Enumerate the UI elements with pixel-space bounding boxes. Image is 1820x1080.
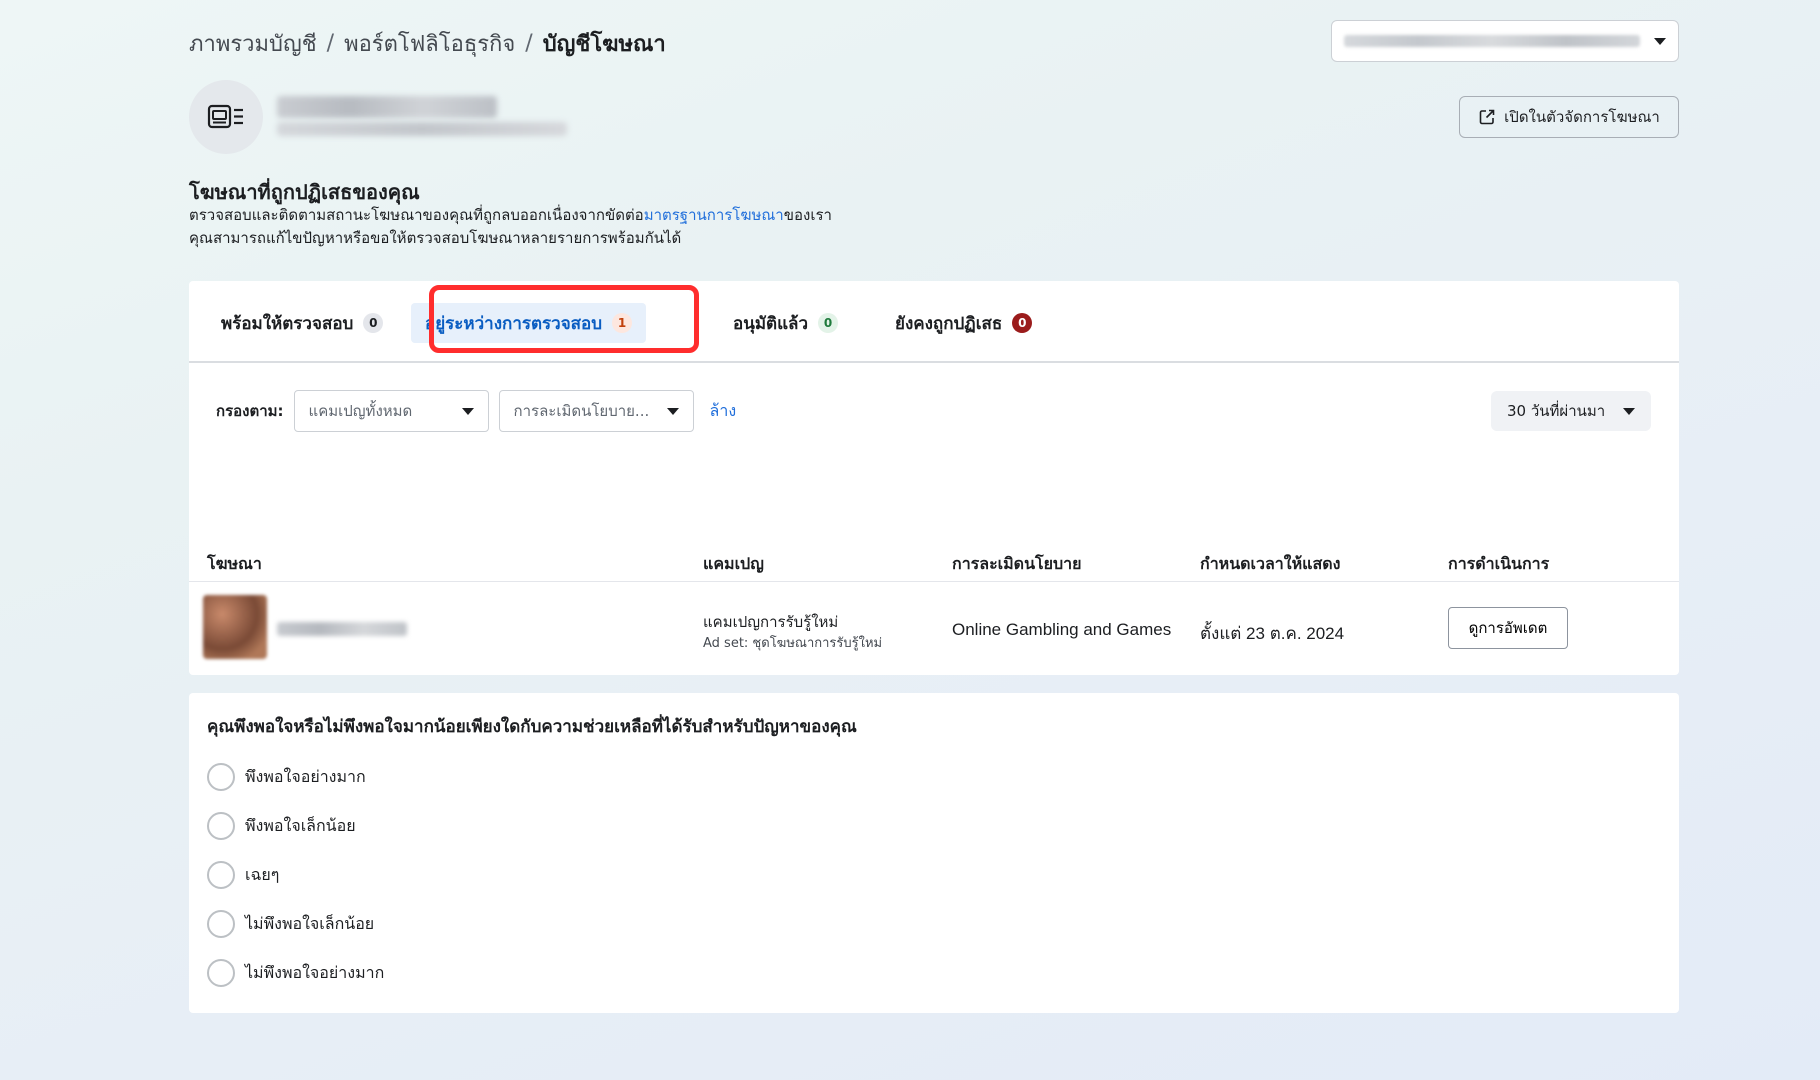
radio-button[interactable] <box>207 959 235 987</box>
count-badge: 0 <box>1012 313 1033 333</box>
breadcrumb-item-ad-account: บัญชีโฆษณา <box>542 32 666 57</box>
survey-option-label: ไม่พึงพอใจเล็กน้อย <box>245 913 375 933</box>
survey-option-neutral[interactable]: เฉยๆ <box>207 861 279 889</box>
open-in-ads-manager-button[interactable]: เปิดในตัวจัดการโฆษณา <box>1459 96 1679 138</box>
tab-ready-for-review[interactable]: พร้อมให้ตรวจสอบ 0 <box>207 303 397 343</box>
account-name-redacted <box>1344 35 1640 47</box>
breadcrumb-separator: / <box>525 31 533 56</box>
external-link-icon <box>1479 109 1495 125</box>
survey-option-very-satisfied[interactable]: พึงพอใจอย่างมาก <box>207 763 366 791</box>
survey-option-somewhat-dissatisfied[interactable]: ไม่พึงพอใจเล็กน้อย <box>207 910 374 938</box>
section-desc-text: ของเรา <box>783 206 832 224</box>
ad-account-name-redacted <box>277 96 567 136</box>
column-header-violation: การละเมิดนโยบาย <box>952 554 1082 573</box>
section-desc-text: ตรวจสอบและติดตามสถานะโฆษณาของคุณที่ถูกลบ… <box>189 206 644 224</box>
satisfaction-survey: คุณพึงพอใจหรือไม่พึงพอใจมากน้อยเพียงใดกั… <box>189 693 1679 1013</box>
chevron-down-icon <box>461 407 474 415</box>
tab-label: พร้อมให้ตรวจสอบ <box>221 313 354 334</box>
filter-bar: กรองตาม: แคมเปญทั้งหมด การละเมิดนโยบาย..… <box>216 390 736 432</box>
radio-button[interactable] <box>207 910 235 938</box>
campaign-filter-dropdown[interactable]: แคมเปญทั้งหมด <box>293 390 489 432</box>
radio-button[interactable] <box>207 763 235 791</box>
survey-question: คุณพึงพอใจหรือไม่พึงพอใจมากน้อยเพียงใดกั… <box>207 717 857 737</box>
ad-thumbnail[interactable] <box>203 595 267 659</box>
tab-still-rejected[interactable]: ยังคงถูกปฏิเสธ 0 <box>881 303 1046 343</box>
campaign-filter-value: แคมเปญทั้งหมด <box>308 402 413 420</box>
radio-button[interactable] <box>207 861 235 889</box>
open-in-ads-manager-label: เปิดในตัวจัดการโฆษณา <box>1504 109 1660 126</box>
breadcrumb-item-overview[interactable]: ภาพรวมบัญชี <box>189 26 317 61</box>
survey-option-label: เฉยๆ <box>245 864 280 884</box>
radio-button[interactable] <box>207 812 235 840</box>
count-badge: 0 <box>818 313 838 333</box>
column-header-ad: โฆษณา <box>207 554 262 573</box>
chevron-down-icon <box>1654 37 1666 45</box>
tab-label: อนุมัติแล้ว <box>733 313 808 334</box>
policy-violation: Online Gambling and Games <box>952 620 1172 639</box>
date-range-value: 30 วันที่ผ่านมา <box>1507 402 1606 420</box>
survey-option-label: พึงพอใจเล็กน้อย <box>245 815 356 835</box>
column-header-action: การดำเนินการ <box>1448 554 1550 573</box>
advertising-standards-link[interactable]: มาตรฐานการโฆษณา <box>644 206 784 224</box>
survey-option-label: พึงพอใจอย่างมาก <box>245 766 366 786</box>
filter-label: กรองตาม: <box>216 402 284 420</box>
survey-option-somewhat-satisfied[interactable]: พึงพอใจเล็กน้อย <box>207 812 356 840</box>
section-description: ตรวจสอบและติดตามสถานะโฆษณาของคุณที่ถูกลบ… <box>189 204 832 250</box>
status-tabs: พร้อมให้ตรวจสอบ 0 อยู่ระหว่างการตรวจสอบ … <box>189 281 1679 363</box>
view-updates-button[interactable]: ดูการอัพเดต <box>1448 607 1568 649</box>
policy-filter-dropdown[interactable]: การละเมิดนโยบาย... <box>498 390 694 432</box>
tab-label: อยู่ระหว่างการตรวจสอบ <box>425 313 603 334</box>
breadcrumb-item-portfolio[interactable]: พอร์ตโฟลิโอธุรกิจ <box>344 26 515 61</box>
count-badge: 0 <box>363 313 384 333</box>
breadcrumb: ภาพรวมบัญชี / พอร์ตโฟลิโอธุรกิจ / บัญชีโ… <box>189 26 666 61</box>
table-header: โฆษณา แคมเปญ การละเมิดนโยบาย กำหนดเวลาให… <box>189 546 1679 582</box>
survey-option-very-dissatisfied[interactable]: ไม่พึงพอใจอย่างมาก <box>207 959 384 987</box>
tab-in-review[interactable]: อยู่ระหว่างการตรวจสอบ 1 <box>411 303 647 343</box>
ad-account-avatar <box>189 80 263 154</box>
account-selector[interactable] <box>1331 20 1679 62</box>
tab-approved[interactable]: อนุมัติแล้ว 0 <box>719 303 852 343</box>
policy-filter-value: การละเมิดนโยบาย... <box>513 402 650 420</box>
date-range-dropdown[interactable]: 30 วันที่ผ่านมา <box>1491 391 1651 431</box>
chevron-down-icon <box>1623 407 1635 415</box>
column-header-campaign: แคมเปญ <box>703 554 764 573</box>
ad-set-name: Ad set: ชุดโฆษณาการรับรู้ใหม่ <box>703 636 883 651</box>
breadcrumb-separator: / <box>326 31 335 56</box>
column-header-schedule: กำหนดเวลาให้แสดง <box>1200 554 1341 573</box>
schedule-date: ตั้งแต่ 23 ต.ค. 2024 <box>1200 624 1345 643</box>
rejected-ads-card: พร้อมให้ตรวจสอบ 0 อยู่ระหว่างการตรวจสอบ … <box>189 281 1679 675</box>
ad-account-icon <box>207 104 243 129</box>
survey-option-label: ไม่พึงพอใจอย่างมาก <box>245 962 385 982</box>
clear-filters-link[interactable]: ล้าง <box>710 399 737 424</box>
table-row: แคมเปญการรับรู้ใหม่ Ad set: ชุดโฆษณาการร… <box>189 582 1679 675</box>
section-desc-line2: คุณสามารถแก้ไขปัญหาหรือขอให้ตรวจสอบโฆษณา… <box>189 229 682 247</box>
ad-name-redacted <box>277 622 407 636</box>
campaign-name: แคมเปญการรับรู้ใหม่ <box>703 613 839 631</box>
chevron-down-icon <box>666 407 679 415</box>
count-badge: 1 <box>612 313 633 333</box>
tab-label: ยังคงถูกปฏิเสธ <box>895 313 1003 334</box>
